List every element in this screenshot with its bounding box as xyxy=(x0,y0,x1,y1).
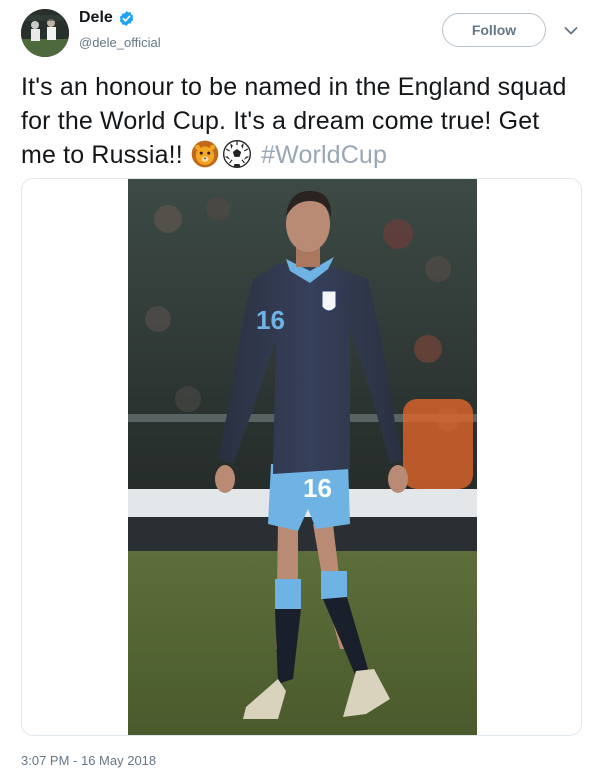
follow-button[interactable]: Follow xyxy=(442,13,546,47)
shorts-number: 16 xyxy=(303,473,332,503)
chevron-down-icon[interactable] xyxy=(564,26,578,36)
display-name[interactable]: Dele xyxy=(79,9,113,27)
tweet-text: It's an honour to be named in the Englan… xyxy=(21,70,581,172)
lion-face-emoji-icon xyxy=(191,140,219,168)
user-name-row: Dele xyxy=(79,9,135,27)
hashtag-link[interactable]: #WorldCup xyxy=(261,141,387,169)
media-container: 16 16 xyxy=(21,178,582,736)
tweet-timestamp[interactable]: 3:07 PM - 16 May 2018 xyxy=(21,753,156,768)
soccer-ball-emoji-icon xyxy=(222,140,251,168)
shirt-number: 16 xyxy=(256,305,285,335)
tweet-photo[interactable]: 16 16 xyxy=(128,179,477,735)
user-handle[interactable]: @dele_official xyxy=(79,35,161,50)
avatar[interactable] xyxy=(21,9,69,57)
verified-badge-icon xyxy=(119,10,134,26)
